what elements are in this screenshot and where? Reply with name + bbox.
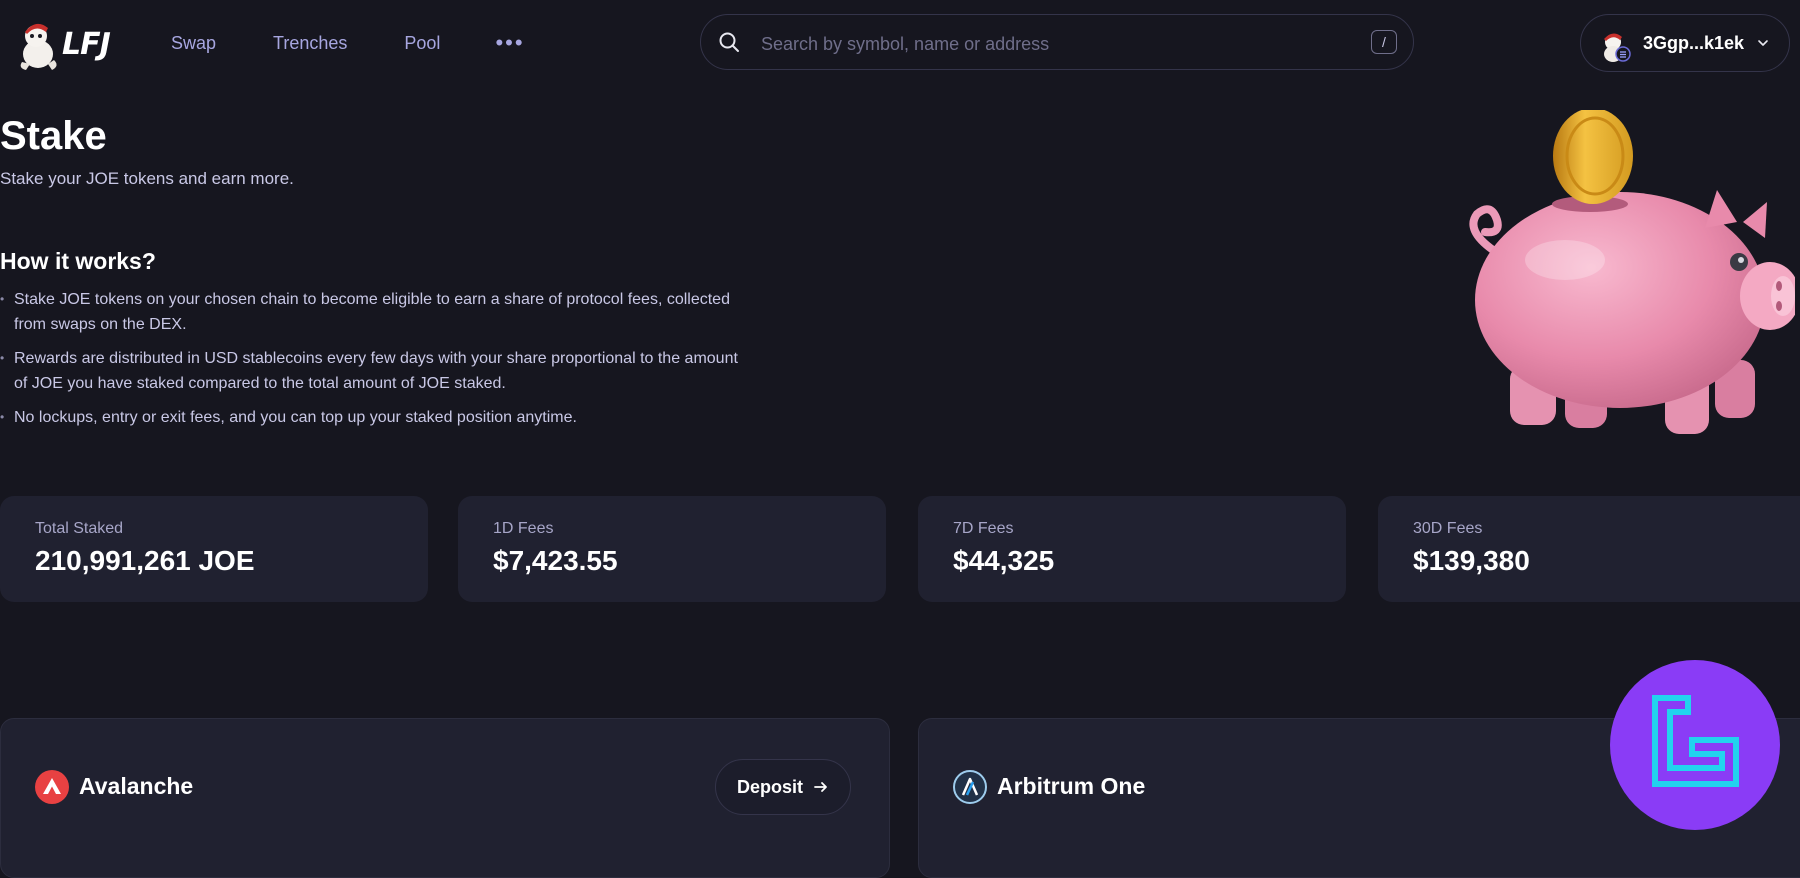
logo-text: LFJ	[62, 26, 111, 62]
nav-trenches[interactable]: Trenches	[273, 30, 347, 56]
deposit-label: Deposit	[736, 776, 803, 797]
page-subtitle: Stake your JOE tokens and earn more.	[0, 169, 294, 188]
stat-label: Total Staked	[35, 520, 124, 537]
wallet-address: 3Ggp...k1ek	[1643, 33, 1745, 53]
lfj-logo[interactable]: LFJ	[16, 16, 111, 72]
how-it-works-title: How it works?	[0, 248, 156, 274]
stat-card-1d-fees: 1D Fees $7,423.55	[458, 496, 886, 602]
nav-swap[interactable]: Swap	[171, 30, 216, 56]
joe-mascot-icon	[20, 23, 57, 70]
stat-value: $7,423.55	[493, 545, 618, 576]
arrow-right-icon	[814, 782, 827, 792]
search-shortcut-key: /	[1371, 30, 1397, 54]
chain-card-avalanche: Avalanche Deposit	[0, 718, 890, 878]
stat-value: $44,325	[953, 545, 1055, 576]
stat-label: 7D Fees	[953, 520, 1014, 537]
more-menu-icon[interactable]: •••	[495, 32, 524, 54]
chain-name: Avalanche	[79, 773, 194, 799]
nav-pool[interactable]: Pool	[404, 30, 440, 56]
top-header: LFJ Swap Trenches Pool ••• / 3Ggp...k1ek	[0, 0, 1800, 88]
search-input[interactable]	[759, 30, 1323, 58]
chain-name: Arbitrum One	[997, 773, 1146, 799]
piggy-bank-illustration	[1469, 110, 1795, 434]
wallet-avatar-icon	[1604, 33, 1631, 62]
stat-label: 1D Fees	[493, 520, 554, 537]
stat-value: 210,991,261 JOE	[35, 545, 255, 576]
stat-label: 30D Fees	[1413, 520, 1483, 537]
stat-card-total-staked: Total Staked 210,991,261 JOE	[0, 496, 428, 602]
avalanche-icon	[35, 770, 69, 804]
tradingfinder-watermark-logo	[1610, 660, 1780, 830]
stat-card-30d-fees: 30D Fees $139,380	[1378, 496, 1800, 602]
search-bar[interactable]: /	[700, 14, 1414, 70]
chevron-down-icon	[1758, 40, 1768, 46]
stats-row: Total Staked 210,991,261 JOE 1D Fees $7,…	[0, 496, 1800, 604]
arbitrum-icon	[953, 770, 987, 804]
stat-card-7d-fees: 7D Fees $44,325	[918, 496, 1346, 602]
list-item: No lockups, entry or exit fees, and you …	[0, 405, 740, 430]
wallet-button[interactable]: 3Ggp...k1ek	[1580, 14, 1790, 72]
page-title: Stake	[0, 114, 107, 158]
stat-value: $139,380	[1413, 545, 1530, 576]
list-item: Stake JOE tokens on your chosen chain to…	[0, 287, 740, 337]
main-nav: Swap Trenches Pool •••	[171, 30, 525, 56]
list-item: Rewards are distributed in USD stablecoi…	[0, 346, 740, 396]
search-icon	[719, 32, 739, 52]
how-it-works-list: Stake JOE tokens on your chosen chain to…	[0, 287, 740, 439]
deposit-button[interactable]: Deposit	[715, 759, 851, 815]
